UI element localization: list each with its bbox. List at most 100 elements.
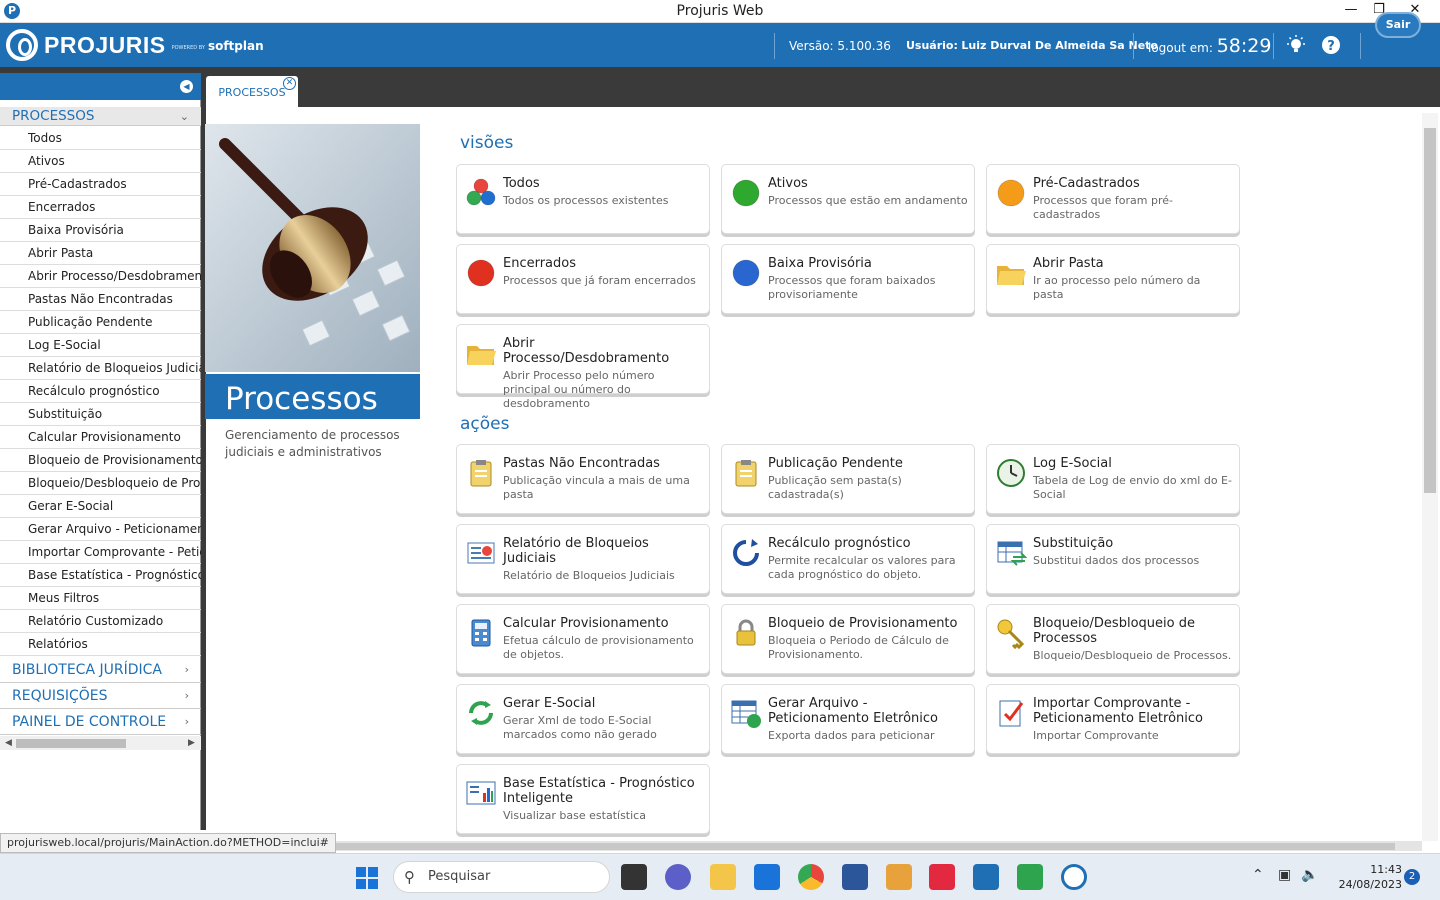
outlook-icon[interactable] — [886, 864, 912, 890]
sidebar-item[interactable]: Relatório Customizado — [0, 610, 201, 633]
clock[interactable]: 11:43 24/08/2023 — [1330, 862, 1402, 892]
sidebar-item[interactable]: Encerrados — [0, 196, 201, 219]
card-title: Substituição Substitui dados dos processo… — [1033, 536, 1233, 568]
collapse-sidebar-icon[interactable]: ◀ — [180, 80, 193, 93]
projuris-logo[interactable]: PROJURIS POWERED BY softplan — [6, 29, 264, 61]
taskbar-search[interactable]: ⚲ Pesquisar — [393, 861, 610, 893]
sidebar-item[interactable]: Relatório de Bloqueios Judiciais — [0, 357, 201, 380]
card-title-text: Calcular Provisionamento — [503, 616, 669, 631]
sidebar-item[interactable]: Todos — [0, 127, 201, 150]
card-description: Processos que foram pré-cadastrados — [1033, 194, 1173, 221]
sidebar-item[interactable]: Substituição — [0, 403, 201, 426]
card-blue-dot[interactable]: Baixa Provisória Processos que foram baix… — [721, 244, 975, 314]
main-vscrollbar[interactable] — [1422, 113, 1438, 841]
card-refresh[interactable]: Recálculo prognóstico Permite recalcular … — [721, 524, 975, 594]
card-orange-dot[interactable]: Pré-Cadastrados Processos que foram pré-c… — [986, 164, 1240, 234]
card-description: Efetua cálculo de provisionamento de obj… — [503, 634, 694, 661]
multi-dots-icon — [466, 178, 496, 206]
help-icon[interactable]: ? — [1320, 34, 1342, 56]
tab-close-icon[interactable]: ✕ — [283, 77, 296, 90]
card-title-text: Gerar E-Social — [503, 696, 596, 711]
card-folder-open[interactable]: Abrir Processo/Desdobramento Abrir Proces… — [456, 324, 710, 410]
file-explorer-icon[interactable] — [710, 864, 736, 890]
sidebar-item[interactable]: Base Estatística - Prognóstico Inteligen… — [0, 564, 201, 587]
sidebar-section-biblioteca[interactable]: BIBLIOTECA JURÍDICA › — [0, 657, 201, 683]
scroll-thumb[interactable] — [1424, 128, 1436, 493]
sidebar-item[interactable]: Log E-Social — [0, 334, 201, 357]
sidebar-item[interactable]: Gerar E-Social — [0, 495, 201, 518]
refresh-icon — [733, 539, 759, 566]
sair-button[interactable]: Sair — [1375, 12, 1421, 38]
card-recycle[interactable]: Gerar E-Social Gerar Xml de todo E-Social… — [456, 684, 710, 754]
card-title-text: Importar Comprovante - Peticionamento El… — [1033, 696, 1203, 726]
sidebar-item[interactable]: Abrir Pasta — [0, 242, 201, 265]
sidebar-item[interactable]: Abrir Processo/Desdobramento — [0, 265, 201, 288]
table-export-icon — [731, 700, 761, 728]
section-label: REQUISIÇÕES — [12, 688, 108, 704]
sidebar-item[interactable]: Bloqueio de Provisionamento — [0, 449, 201, 472]
card-report[interactable]: Relatório de Bloqueios Judiciais Relatóri… — [456, 524, 710, 594]
scroll-right-icon[interactable]: ▶ — [188, 736, 195, 750]
network-icon[interactable]: ▣ — [1278, 867, 1291, 883]
sidebar-item[interactable]: Recálculo prognóstico — [0, 380, 201, 403]
card-clipboard[interactable]: Pastas Não Encontradas Publicação vincula… — [456, 444, 710, 514]
task-view-icon[interactable] — [621, 864, 647, 890]
sidebar-item[interactable]: Baixa Provisória — [0, 219, 201, 242]
card-table-swap[interactable]: Substituição Substitui dados dos processo… — [986, 524, 1240, 594]
card-clipboard[interactable]: Publicação Pendente Publicação sem pasta(… — [721, 444, 975, 514]
sidebar-item[interactable]: Pré-Cadastrados — [0, 173, 201, 196]
card-red-dot[interactable]: Encerrados Processos que já foram encerra… — [456, 244, 710, 314]
card-table-export[interactable]: Gerar Arquivo - Peticionamento Eletrônic… — [721, 684, 975, 754]
card-title: Pastas Não Encontradas Publicação vincula… — [503, 456, 703, 502]
card-description: Publicação vincula a mais de uma pasta — [503, 474, 690, 501]
chat-icon[interactable] — [665, 864, 691, 890]
card-title-text: Relatório de Bloqueios Judiciais — [503, 536, 649, 566]
media-player-icon[interactable] — [1017, 864, 1043, 890]
card-title-text: Pastas Não Encontradas — [503, 456, 660, 471]
projuris-app-icon[interactable] — [1061, 864, 1087, 890]
sidebar-hscrollbar[interactable]: ◀ ▶ — [0, 736, 201, 750]
card-clock[interactable]: Log E-Social Tabela de Log de envio do xm… — [986, 444, 1240, 514]
sidebar-section-requisicoes[interactable]: REQUISIÇÕES › — [0, 683, 201, 709]
card-green-dot[interactable]: Ativos Processos que estão em andamento — [721, 164, 975, 234]
card-folder-open[interactable]: Abrir Pasta Ir ao processo pelo número da… — [986, 244, 1240, 314]
card-chart[interactable]: Base Estatística - Prognóstico Inteligen… — [456, 764, 710, 834]
card-calculator[interactable]: Calcular Provisionamento Efetua cálculo d… — [456, 604, 710, 674]
user-info: Usuário: Luiz Durval De Almeida Sa Neto — [906, 23, 1158, 67]
sidebar-item[interactable]: Bloqueio/Desbloqueio de Processos — [0, 472, 201, 495]
lightbulb-icon[interactable] — [1285, 34, 1307, 56]
sidebar-item[interactable]: Importar Comprovante - Peticionamento El… — [0, 541, 201, 564]
main-hscrollbar[interactable] — [205, 841, 1422, 851]
windows-start-icon[interactable] — [356, 867, 378, 889]
sidebar-item[interactable]: Relatórios — [0, 633, 201, 656]
sidebar-item[interactable]: Pastas Não Encontradas — [0, 288, 201, 311]
card-multi-dots[interactable]: Todos Todos os processos existentes — [456, 164, 710, 234]
notification-badge[interactable]: 2 — [1404, 869, 1420, 885]
sidebar-item[interactable]: Gerar Arquivo - Peticionamento Eletrônic… — [0, 518, 201, 541]
card-description: Publicação sem pasta(s) cadastrada(s) — [768, 474, 902, 501]
softplan-app-icon[interactable] — [973, 864, 999, 890]
scroll-left-icon[interactable]: ◀ — [5, 736, 12, 750]
minimize-button[interactable]: — — [1337, 0, 1365, 20]
mail-icon[interactable] — [754, 864, 780, 890]
scroll-thumb[interactable] — [16, 739, 126, 748]
chrome-icon[interactable] — [798, 864, 824, 890]
chevron-down-icon: ⌄ — [179, 110, 189, 123]
chevron-up-icon[interactable]: ⌃ — [1252, 867, 1264, 883]
anydesk-icon[interactable] — [929, 864, 955, 890]
card-title-text: Log E-Social — [1033, 456, 1112, 471]
card-title: Gerar E-Social Gerar Xml de todo E-Social… — [503, 696, 703, 742]
card-lock[interactable]: Bloqueio de Provisionamento Bloqueia o Pe… — [721, 604, 975, 674]
scroll-thumb[interactable] — [205, 843, 1395, 850]
sidebar-section-processos[interactable]: PROCESSOS ⌄ — [0, 107, 201, 126]
card-key[interactable]: Bloqueio/Desbloqueio de Processos Bloquei… — [986, 604, 1240, 674]
sidebar-item[interactable]: Calcular Provisionamento — [0, 426, 201, 449]
word-icon[interactable] — [842, 864, 868, 890]
card-checklist[interactable]: Importar Comprovante - Peticionamento El… — [986, 684, 1240, 754]
sidebar-section-painel[interactable]: PAINEL DE CONTROLE › — [0, 709, 201, 735]
sidebar-item[interactable]: Ativos — [0, 150, 201, 173]
softplan-text: softplan — [207, 39, 264, 53]
volume-icon[interactable]: 🔈 — [1301, 867, 1318, 883]
sidebar-item[interactable]: Publicação Pendente — [0, 311, 201, 334]
sidebar-item[interactable]: Meus Filtros — [0, 587, 201, 610]
